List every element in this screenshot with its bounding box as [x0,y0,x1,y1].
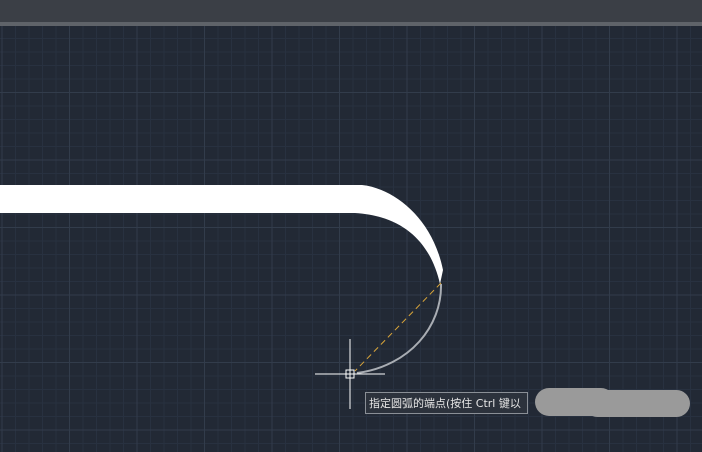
dynamic-input-tooltip: 指定圆弧的端点(按住 Ctrl 键以 [365,392,528,414]
tooltip-prompt-text: 指定圆弧的端点(按住 Ctrl 键以 [369,397,521,410]
title-bar [0,0,702,22]
redacted-input-region-2 [584,390,690,417]
cad-application-window: 指定圆弧的端点(按住 Ctrl 键以 [0,0,702,452]
polyline-straight-segment[interactable] [0,185,362,213]
